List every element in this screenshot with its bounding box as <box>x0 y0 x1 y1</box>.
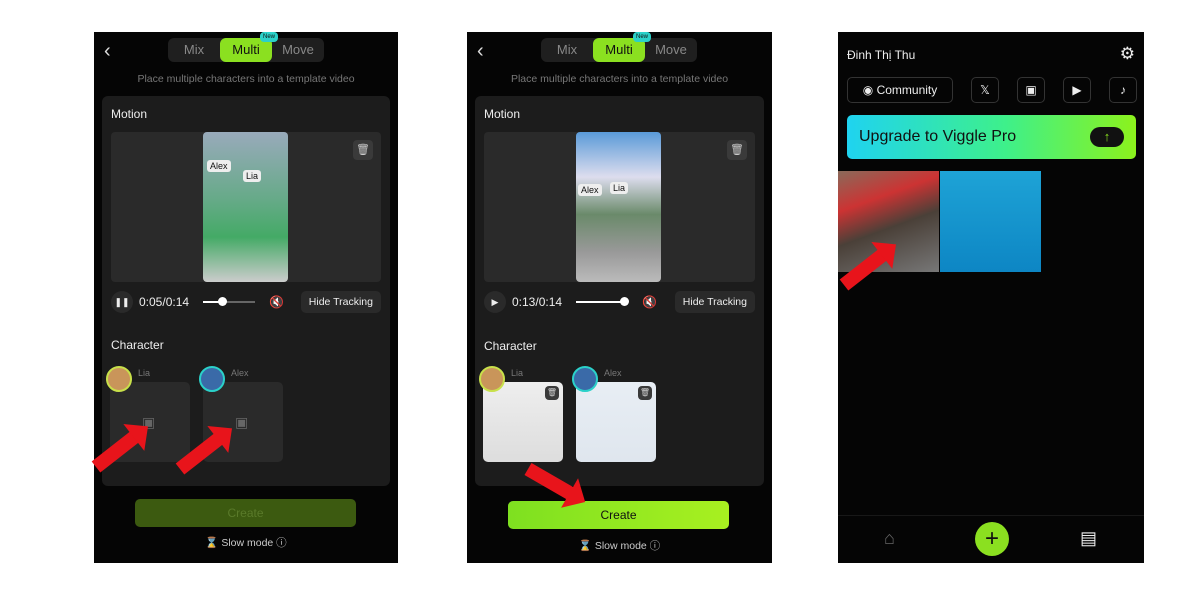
character-photo-alex[interactable]: 🗑 <box>576 382 656 462</box>
seek-slider[interactable] <box>203 297 256 306</box>
motion-card: Motion Alex Lia 🗑 ▶ 0:13/0:14 🔇 Hide Tra… <box>475 96 764 486</box>
trash-icon[interactable]: 🗑 <box>727 140 747 160</box>
mute-icon[interactable]: 🔇 <box>642 295 657 309</box>
mode-tabs: Mix Multi New Move <box>541 32 697 62</box>
character-name: Alex <box>231 368 249 378</box>
tracking-tag-alex: Alex <box>578 184 602 196</box>
gallery-item[interactable] <box>940 171 1041 272</box>
tab-multi[interactable]: Multi New <box>593 32 651 62</box>
screen-multi-empty: ‹ Mix Multi New Move Place multiple chara… <box>94 32 398 563</box>
slow-mode-toggle[interactable]: ⌛ Slow mode ⓘ <box>467 538 772 553</box>
home-icon[interactable]: ⌂ <box>884 528 895 549</box>
youtube-icon[interactable]: ▶ <box>1063 77 1091 103</box>
screen-multi-filled: ‹ Mix Multi New Move Place multiple chara… <box>467 32 772 563</box>
tab-mix[interactable]: Mix <box>168 38 220 62</box>
tab-move[interactable]: Move <box>272 38 324 62</box>
character-name: Alex <box>604 368 622 378</box>
tracking-tag-lia: Lia <box>610 182 629 194</box>
trash-icon[interactable]: 🗑 <box>638 386 652 400</box>
tab-mix[interactable]: Mix <box>541 38 593 62</box>
avatar-alex <box>572 366 598 392</box>
arrow-up-icon: ↑ <box>1090 127 1124 147</box>
create-button[interactable]: Create <box>135 499 356 527</box>
upgrade-banner[interactable]: Upgrade to Viggle Pro ↑ <box>847 115 1136 159</box>
character-name: Lia <box>511 368 524 378</box>
avatar-lia <box>479 366 505 392</box>
character-photo-lia[interactable]: 🗑 <box>483 382 563 462</box>
motion-label: Motion <box>111 107 148 121</box>
motion-video[interactable]: Alex Lia 🗑 <box>484 132 755 282</box>
time-display: 0:13/0:14 <box>512 295 563 309</box>
gear-icon[interactable]: ⚙ <box>1120 44 1135 64</box>
subtitle: Place multiple characters into a templat… <box>137 73 355 85</box>
video-thumbnail: Alex Lia <box>203 132 288 282</box>
video-controls: ▶ 0:13/0:14 🔇 Hide Tracking <box>484 289 755 315</box>
character-list: Lia ▣ Alex ▣ <box>106 366 390 466</box>
mute-icon[interactable]: 🔇 <box>269 295 284 309</box>
screen-profile: Đinh Thị Thu ⚙ ◉ Community 𝕏 ▣ ▶ ♪ Upgra… <box>838 32 1144 563</box>
image-upload-icon: ▣ <box>235 414 249 430</box>
seek-slider[interactable] <box>576 297 630 306</box>
x-icon[interactable]: 𝕏 <box>971 77 999 103</box>
subtitle: Place multiple characters into a templat… <box>510 73 729 85</box>
slow-mode-toggle[interactable]: ⌛ Slow mode ⓘ <box>94 535 398 550</box>
user-name: Đinh Thị Thu <box>847 48 916 62</box>
tracking-tag-lia: Lia <box>243 170 262 182</box>
video-thumbnail: Alex Lia <box>576 132 661 282</box>
video-controls: ❚❚ 0:05/0:14 🔇 Hide Tracking <box>111 289 381 315</box>
mode-tabs: Mix Multi New Move <box>168 32 324 62</box>
trash-icon[interactable]: 🗑 <box>545 386 559 400</box>
hide-tracking-button[interactable]: Hide Tracking <box>300 291 381 313</box>
instagram-icon[interactable]: ▣ <box>1017 77 1045 103</box>
avatar-alex <box>199 366 225 392</box>
tab-move[interactable]: Move <box>645 38 697 62</box>
hide-tracking-button[interactable]: Hide Tracking <box>674 291 755 313</box>
character-label: Character <box>484 339 537 353</box>
library-icon[interactable]: ▤ <box>1080 528 1097 549</box>
discord-icon: ◉ <box>862 83 874 97</box>
play-icon[interactable]: ▶ <box>484 291 506 313</box>
tracking-tag-alex: Alex <box>207 160 231 172</box>
avatar-lia <box>106 366 132 392</box>
motion-label: Motion <box>484 107 521 121</box>
create-button[interactable]: Create <box>508 501 729 529</box>
community-button[interactable]: ◉ Community <box>847 77 953 103</box>
back-icon[interactable]: ‹ <box>477 40 484 63</box>
tab-multi[interactable]: Multi New <box>220 32 278 62</box>
motion-video[interactable]: Alex Lia 🗑 <box>111 132 381 282</box>
character-list: Lia 🗑 Alex 🗑 <box>479 366 764 466</box>
time-display: 0:05/0:14 <box>139 295 190 309</box>
create-plus-button[interactable]: + <box>975 522 1009 556</box>
trash-icon[interactable]: 🗑 <box>353 140 373 160</box>
character-name: Lia <box>138 368 151 378</box>
character-label: Character <box>111 338 164 352</box>
bottom-nav: ⌂ + ▤ <box>838 515 1144 563</box>
pause-icon[interactable]: ❚❚ <box>111 291 133 313</box>
tiktok-icon[interactable]: ♪ <box>1109 77 1137 103</box>
back-icon[interactable]: ‹ <box>104 40 111 63</box>
